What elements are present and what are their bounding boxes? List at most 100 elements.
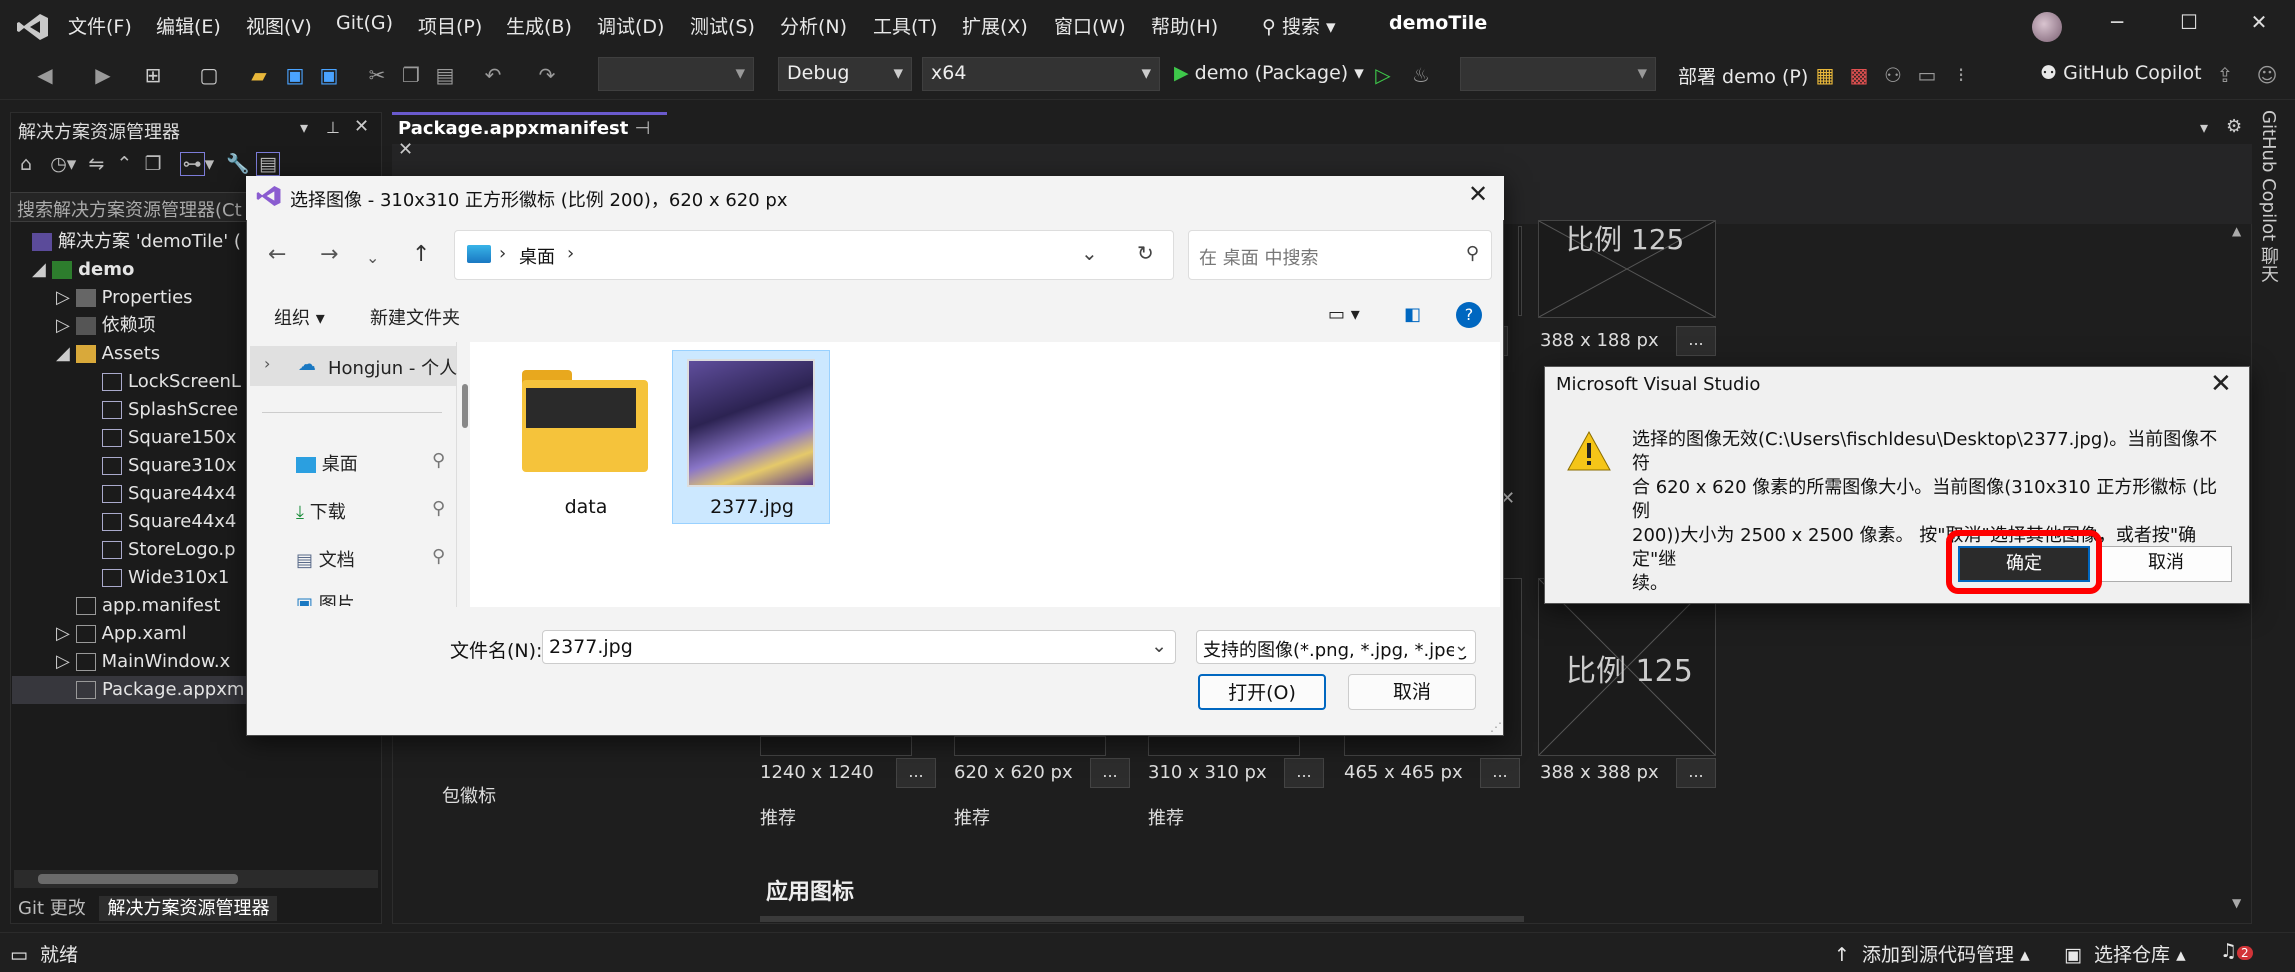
horizontal-scrollbar[interactable] [14, 870, 378, 888]
pin-icon[interactable]: ⊥ [326, 118, 340, 137]
cut-icon[interactable]: ✂ [364, 62, 390, 88]
chevron-down-icon[interactable]: ⌄ [1151, 635, 1167, 657]
file-type-select[interactable]: 支持的图像(*.png, *.jpg, *.jpeg ⌄ [1196, 630, 1476, 664]
new-folder-button[interactable]: 新建文件夹 [370, 304, 460, 330]
pin-icon[interactable]: ⊣ [635, 118, 651, 139]
preview-icon[interactable]: ▤ [255, 152, 280, 176]
open-button[interactable]: 打开(O) [1198, 674, 1326, 710]
menu-view[interactable]: 视图(V) [246, 12, 312, 39]
nav-onedrive[interactable]: › ☁ Hongjun - 个人 [250, 346, 457, 386]
pin-icon[interactable]: ⚲ [432, 498, 445, 519]
nav-downloads[interactable]: ⤓ 下载 ⚲ [296, 498, 445, 524]
menu-window[interactable]: 窗口(W) [1054, 12, 1126, 39]
tile-preview[interactable] [1148, 736, 1300, 756]
preview-pane-icon[interactable]: ◧ [1404, 304, 1421, 325]
save-all-icon[interactable]: ▣ [316, 62, 342, 88]
breadcrumb-desktop[interactable]: 桌面 [519, 243, 555, 269]
deploy-button[interactable]: 部署 demo (P) [1678, 62, 1808, 89]
badge-browse-button[interactable]: ... [1480, 758, 1520, 788]
settings-icon[interactable]: ⚙ [2226, 116, 2242, 137]
back-arrow-icon[interactable]: ← [268, 242, 286, 267]
forward-icon[interactable]: ▶ [90, 62, 116, 88]
menu-edit[interactable]: 编辑(E) [156, 12, 221, 39]
tab-solution-explorer[interactable]: 解决方案资源管理器 [99, 896, 278, 921]
feedback-icon[interactable]: ☺ [2254, 62, 2280, 88]
hot-reload-icon[interactable]: ♨ [1408, 62, 1434, 88]
undo-icon[interactable]: ↶ [480, 62, 506, 88]
copy-icon[interactable]: ❐ [398, 62, 424, 88]
recent-dropdown-icon[interactable]: ⌄ [366, 248, 379, 267]
platform-combo[interactable]: x64 ▾ [922, 57, 1160, 91]
menu-help[interactable]: 帮助(H) [1151, 12, 1218, 39]
help-icon[interactable]: ? [1456, 302, 1482, 328]
tab-list-icon[interactable]: ▾ [2200, 118, 2208, 137]
message-box-close-icon[interactable]: ✕ [2210, 369, 2232, 399]
copy-files-icon[interactable]: ❐ [144, 153, 161, 175]
menu-git[interactable]: Git(G) [336, 12, 393, 34]
panel-close-icon[interactable]: ✕ [354, 116, 369, 137]
menu-extensions[interactable]: 扩展(X) [962, 12, 1028, 39]
paste-icon[interactable]: ▤ [432, 62, 458, 88]
nav-scrollbar-thumb[interactable] [462, 384, 468, 428]
menu-file[interactable]: 文件(F) [68, 12, 132, 39]
target-combo[interactable]: ▾ [1460, 57, 1656, 91]
toolbox-red-icon[interactable]: ▩ [1846, 62, 1872, 88]
nav-documents[interactable]: ▤ 文档 ⚲ [296, 546, 445, 572]
copilot-chat-rail-tab[interactable]: GitHub Copilot 聊天 [2255, 110, 2281, 283]
pin-icon[interactable]: ⚲ [432, 546, 445, 567]
config-combo[interactable]: Debug ▾ [778, 57, 912, 91]
file-item-data[interactable] [522, 370, 650, 474]
collapse-icon[interactable]: ⌃ [116, 153, 132, 175]
up-arrow-icon[interactable]: ↑ [412, 242, 430, 267]
view-icon[interactable]: ▭ ▾ [1328, 304, 1360, 325]
tab-git-changes[interactable]: Git 更改 [10, 898, 94, 919]
new-project-icon[interactable]: ⊞ [140, 62, 166, 88]
filter-icon[interactable]: ⊶ [179, 152, 205, 176]
tab-package-manifest[interactable]: Package.appxmanifest ⊣ ✕ [392, 112, 667, 160]
tile-preview[interactable] [954, 736, 1106, 756]
file-cancel-button[interactable]: 取消 [1348, 674, 1476, 710]
start-without-debug-icon[interactable]: ▷ [1370, 62, 1396, 88]
add-source-control-button[interactable]: ↑ 添加到源代码管理 ▴ [1834, 940, 2030, 967]
toolbox-icon[interactable]: ▦ [1812, 62, 1838, 88]
forward-arrow-icon[interactable]: → [320, 242, 338, 267]
menu-build[interactable]: 生成(B) [506, 12, 572, 39]
pin-icon[interactable]: ⚲ [432, 450, 445, 471]
menu-debug[interactable]: 调试(D) [597, 12, 664, 39]
maximize-icon[interactable]: ☐ [2174, 10, 2204, 34]
refresh-icon[interactable]: ↻ [1137, 241, 1154, 265]
properties-icon[interactable]: 🔧 [226, 153, 250, 175]
menu-test[interactable]: 测试(S) [690, 12, 755, 39]
address-bar[interactable]: › 桌面 › ⌄ ↻ [454, 230, 1174, 280]
solution-config-combo[interactable]: ▾ [598, 57, 754, 91]
tile-browse-button[interactable]: ... [1676, 326, 1716, 356]
minimize-icon[interactable]: ─ [2102, 10, 2132, 34]
scroll-up-icon[interactable]: ▲ [2232, 224, 2241, 238]
file-search-input[interactable]: 在 桌面 中搜索 ⚲ [1188, 230, 1492, 280]
history-icon[interactable]: ◷ [50, 153, 67, 175]
save-icon[interactable]: ▣ [282, 62, 308, 88]
redo-icon[interactable]: ↷ [534, 62, 560, 88]
layout-icon[interactable]: ▭ [1914, 62, 1940, 88]
panel-dropdown-icon[interactable]: ▾ [300, 118, 308, 137]
share-icon[interactable]: ⇪ [2212, 62, 2238, 88]
file-dialog-close-icon[interactable]: ✕ [1468, 180, 1488, 208]
organize-menu[interactable]: 组织 ▾ [274, 304, 325, 330]
filename-input[interactable]: 2377.jpg ⌄ [542, 630, 1176, 664]
close-icon[interactable]: ✕ [2244, 10, 2274, 34]
nav-pictures[interactable]: ▣ 图片 [296, 590, 355, 606]
notifications-button[interactable]: ♫ 2 [2220, 940, 2253, 962]
add-item-icon[interactable]: ▢ [196, 62, 222, 88]
avatar[interactable] [2032, 12, 2062, 42]
scroll-down-icon[interactable]: ▼ [2232, 896, 2241, 910]
people-icon[interactable]: ⚇ [1880, 62, 1906, 88]
scrollbar-thumb[interactable] [38, 874, 238, 884]
copilot-button[interactable]: ⚉ GitHub Copilot [2040, 62, 2202, 84]
back-icon[interactable]: ◀ [32, 62, 58, 88]
overflow-icon[interactable]: ⁝ [1948, 62, 1974, 88]
tab-close-icon[interactable]: ✕ [398, 139, 413, 160]
resize-grip-icon[interactable]: ⋰ [1490, 720, 1502, 734]
open-folder-icon[interactable]: ▰ [246, 62, 272, 88]
badge-browse-button[interactable]: ... [1676, 758, 1716, 788]
menu-project[interactable]: 项目(P) [418, 12, 482, 39]
